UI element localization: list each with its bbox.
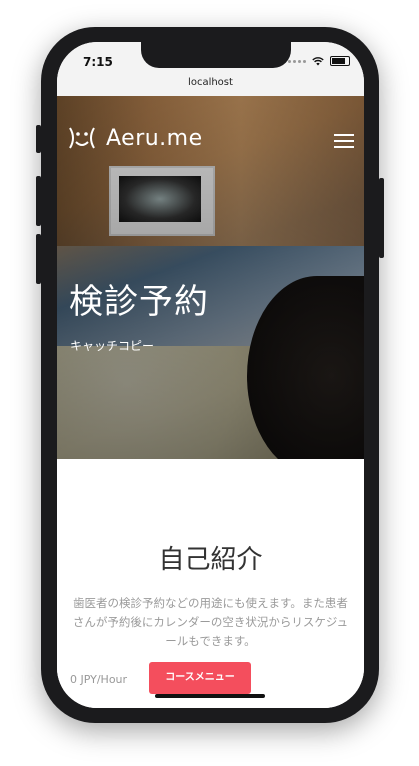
mute-switch xyxy=(36,125,41,153)
browser-url-bar[interactable]: localhost xyxy=(57,72,364,97)
hamburger-menu-icon[interactable] xyxy=(334,134,354,148)
status-time: 7:15 xyxy=(83,55,113,69)
home-indicator[interactable] xyxy=(155,694,265,698)
about-title: 自己紹介 xyxy=(158,545,263,575)
wifi-icon xyxy=(312,56,324,65)
hero-banner: Aeru.me 検診予約 キャッチコピー xyxy=(57,96,364,459)
power-button xyxy=(379,178,384,258)
course-menu-button[interactable]: コースメニュー xyxy=(149,662,251,694)
volume-up-button xyxy=(36,176,41,226)
price-label: 0 JPY/Hour xyxy=(70,673,128,686)
logo-text: Aeru.me xyxy=(106,125,203,151)
battery-icon xyxy=(330,56,350,66)
notch xyxy=(141,42,291,68)
hero-subtitle: キャッチコピー xyxy=(70,339,155,353)
status-icons xyxy=(288,56,350,66)
site-logo[interactable]: Aeru.me xyxy=(66,122,203,154)
about-body: 歯医者の検診予約などの用途にも使えます。また患者さんが予約後にカレンダーの空き状… xyxy=(72,596,349,648)
smile-logo-icon xyxy=(69,127,95,149)
screen: 7:15 localhost Aeru.me 検診予約 キャッチコピー 自己紹介… xyxy=(57,42,364,708)
url-text: localhost xyxy=(188,77,233,88)
hero-title: 検診予約 xyxy=(69,282,209,322)
status-bar: 7:15 xyxy=(57,42,364,72)
about-section: 自己紹介 歯医者の検診予約などの用途にも使えます。また患者さんが予約後にカレンダ… xyxy=(57,459,364,708)
volume-down-button xyxy=(36,234,41,284)
signal-icon xyxy=(288,59,306,63)
